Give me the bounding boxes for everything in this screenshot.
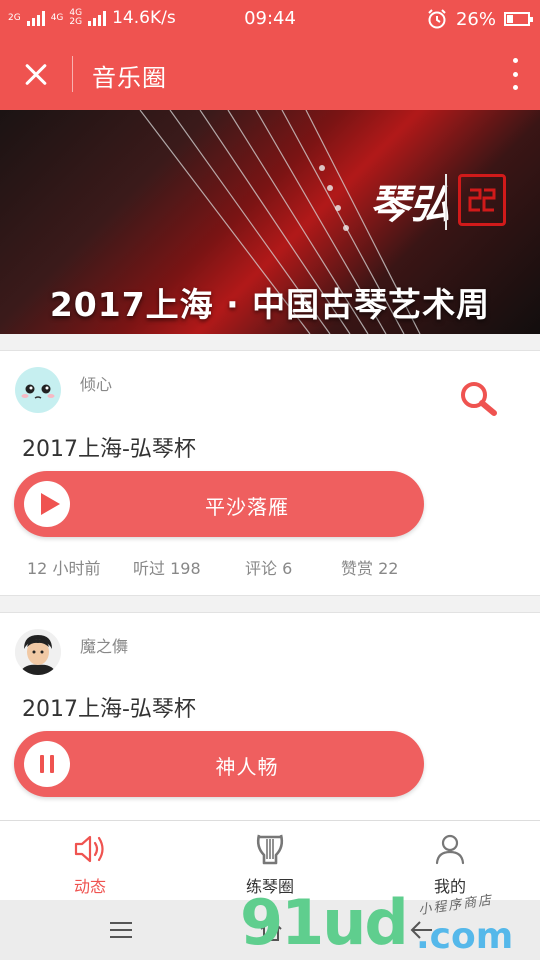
post-card: 魔之儛 2017上海-弘琴杯 神人畅 [0, 612, 540, 822]
post-title: 2017上海-弘琴杯 [22, 437, 196, 462]
audio-player[interactable]: 神人畅 [14, 731, 424, 797]
username[interactable]: 魔之儛 [80, 633, 128, 657]
watermark-logo: 91ud 小程序商店 .com [240, 880, 540, 960]
user-icon [435, 834, 465, 865]
pause-button[interactable] [24, 741, 70, 787]
watermark-main: 91ud [240, 886, 409, 959]
tip-count[interactable]: 赞赏 22 [341, 555, 398, 579]
play-button[interactable] [24, 481, 70, 527]
post-time: 12 小时前 [27, 559, 101, 578]
more-menu-button[interactable] [510, 58, 520, 90]
lyre-icon [256, 834, 284, 865]
status-right: 26% [426, 8, 533, 30]
track-name: 神人畅 [215, 755, 279, 779]
search-button[interactable] [456, 379, 506, 419]
speaker-icon [74, 835, 104, 863]
nav-bar: 音乐圈 [0, 38, 540, 110]
battery-icon [504, 12, 533, 26]
close-button[interactable] [14, 52, 58, 96]
alarm-icon [428, 9, 446, 29]
seal-logo [458, 174, 506, 226]
banner-brand-logo: 琴弘 [370, 181, 450, 228]
tab-moments[interactable]: 动态 [0, 821, 180, 901]
post-title: 2017上海-弘琴杯 [22, 697, 196, 722]
comment-count[interactable]: 评论 6 [245, 555, 292, 579]
post-card: 倾心 2017上海-弘琴杯 平沙落雁 12 小时前 听过 198 评论 6 赞赏… [0, 350, 540, 596]
listen-count: 听过 198 [133, 559, 201, 578]
search-icon [461, 382, 497, 416]
banner-image[interactable]: 琴弘 2017上海 · 中国古琴艺术周 [0, 110, 540, 334]
nav-divider [72, 56, 73, 92]
avatar[interactable] [15, 629, 61, 675]
avatar[interactable] [15, 367, 61, 413]
banner-title: 2017上海 · 中国古琴艺术周 [49, 285, 491, 324]
menu-icon[interactable] [110, 922, 132, 938]
watermark-domain: .com [416, 916, 514, 957]
page-title: 音乐圈 [92, 64, 167, 92]
track-name: 平沙落雁 [205, 495, 289, 519]
watermark-sub: 小程序商店 [417, 892, 494, 919]
status-bar: 2G 4G 4G 2G 14.6K/s 09:44 26% [0, 0, 540, 38]
play-icon [41, 493, 60, 515]
username[interactable]: 倾心 [80, 371, 112, 395]
tab-label: 动态 [73, 877, 106, 896]
battery-percent: 26% [455, 8, 496, 30]
audio-player[interactable]: 平沙落雁 [14, 471, 424, 537]
banner-divider [445, 174, 447, 230]
